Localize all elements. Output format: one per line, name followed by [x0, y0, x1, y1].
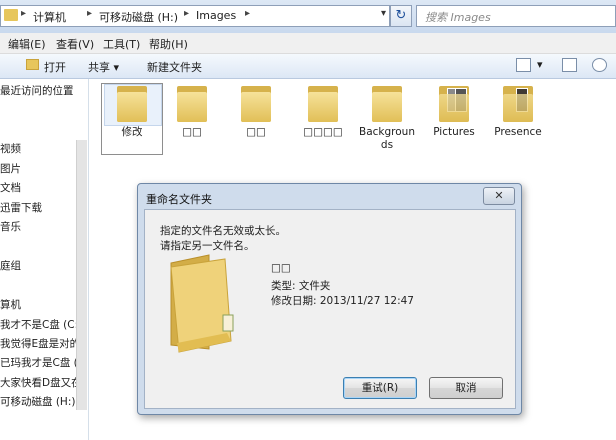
item-name: □□ [271, 262, 291, 274]
breadcrumb-removable-disk[interactable]: 可移动磁盘 (H:) [99, 9, 178, 25]
nav-item-videos[interactable]: 视频 [0, 141, 21, 156]
help-icon[interactable] [592, 58, 607, 72]
search-input[interactable]: 搜索 Images [416, 5, 616, 27]
open-button[interactable]: 打开 [44, 59, 66, 75]
share-button[interactable]: 共享 ▾ [88, 59, 119, 75]
folder-icon [4, 9, 18, 21]
folder-icon [175, 84, 209, 122]
folder-icon [239, 84, 273, 122]
chevron-right-icon: ▸ [87, 8, 93, 19]
view-options-icon[interactable] [516, 58, 531, 72]
menu-tools[interactable]: 工具(T) [103, 36, 140, 52]
nav-item-drive-c[interactable]: 我才不是C盘 (C:) [0, 317, 82, 332]
folder-tile-3[interactable]: □□ [225, 84, 287, 154]
command-bar: 打开 共享 ▾ 新建文件夹 ▾ [0, 54, 616, 79]
folder-label: □□□□ [303, 126, 343, 138]
folder-label: Presence [494, 126, 542, 138]
address-bar[interactable]: ▸ 计算机 ▸ 可移动磁盘 (H:) ▸ Images ▸ ▾ [0, 5, 390, 27]
menu-help[interactable]: 帮助(H) [149, 36, 188, 52]
chevron-right-icon: ▸ [245, 8, 251, 19]
large-folder-icon [169, 253, 237, 353]
nav-item-drive-d[interactable]: 大家快看D盘又在 [0, 375, 82, 390]
folder-icon [306, 84, 340, 122]
close-icon: ✕ [494, 189, 504, 202]
open-icon [26, 59, 39, 70]
nav-item-computer[interactable]: 算机 [0, 297, 21, 312]
breadcrumb-images[interactable]: Images [196, 9, 236, 22]
folder-tile-xiugai[interactable]: 修改 [101, 84, 163, 154]
dialog-close-button[interactable]: ✕ [483, 187, 515, 205]
item-modified-date: 修改日期: 2013/11/27 12:47 [271, 295, 414, 307]
rename-folder-dialog: 重命名文件夹 ✕ 指定的文件名无效或太长。 请指定另一文件名。 □□ 类型: 文… [137, 183, 522, 415]
nav-item-recent[interactable]: 最近访问的位置 [0, 83, 74, 98]
item-type: 类型: 文件夹 [271, 280, 331, 292]
nav-item-drive-f[interactable]: 已玛我才是C盘 ( [0, 355, 78, 370]
error-message-line2: 请指定另一文件名。 [160, 240, 255, 252]
dialog-body: 指定的文件名无效或太长。 请指定另一文件名。 □□ 类型: 文件夹 修改日期: … [144, 209, 516, 409]
folder-icon [370, 84, 404, 122]
preview-pane-icon[interactable] [562, 58, 577, 72]
nav-item-pictures[interactable]: 图片 [0, 161, 21, 176]
navigation-scrollbar[interactable] [76, 140, 87, 410]
picture-folder-icon [437, 84, 471, 122]
folder-icon [115, 84, 149, 122]
error-message-line1: 指定的文件名无效或太长。 [160, 225, 286, 237]
folder-tile-2[interactable]: □□ [161, 84, 223, 154]
nav-item-music[interactable]: 音乐 [0, 219, 21, 234]
picture-folder-icon [501, 84, 535, 122]
nav-item-removable-disk[interactable]: 可移动磁盘 (H:) [0, 394, 75, 409]
refresh-icon: ↻ [395, 8, 407, 23]
breadcrumb-computer[interactable]: 计算机 [33, 9, 66, 25]
new-folder-button[interactable]: 新建文件夹 [147, 59, 202, 75]
folder-label: □□ [246, 126, 266, 138]
nav-item-documents[interactable]: 文档 [0, 180, 21, 195]
folder-label: □□ [182, 126, 202, 138]
folder-tile-presence[interactable]: Presence [487, 84, 549, 154]
folder-label: Pictures [433, 126, 475, 138]
dialog-title: 重命名文件夹 [146, 193, 212, 206]
cancel-button[interactable]: 取消 [429, 377, 503, 399]
menu-bar: 编辑(E) 查看(V) 工具(T) 帮助(H) [0, 33, 616, 54]
menu-edit[interactable]: 编辑(E) [8, 36, 46, 52]
chevron-right-icon: ▸ [21, 8, 27, 19]
folder-tile-pictures[interactable]: Pictures [423, 84, 485, 154]
folder-label: Backgrounds [359, 126, 415, 151]
nav-item-thunder-downloads[interactable]: 迅雷下载 [0, 200, 42, 215]
chevron-right-icon: ▸ [184, 8, 190, 19]
folder-tile-backgrounds[interactable]: Backgrounds [356, 84, 418, 154]
folder-tile-4[interactable]: □□□□ [292, 84, 354, 154]
view-dropdown-icon[interactable]: ▾ [537, 58, 543, 71]
refresh-button[interactable]: ↻ [390, 5, 412, 27]
retry-button[interactable]: 重试(R) [343, 377, 417, 399]
search-placeholder: 搜索 Images [425, 11, 491, 24]
nav-item-homegroup[interactable]: 庭组 [0, 258, 21, 273]
nav-item-drive-e[interactable]: 我觉得E盘是对的 [0, 336, 80, 351]
history-dropdown-icon[interactable]: ▾ [381, 8, 386, 19]
folder-label: 修改 [121, 126, 143, 138]
menu-view[interactable]: 查看(V) [56, 36, 94, 52]
